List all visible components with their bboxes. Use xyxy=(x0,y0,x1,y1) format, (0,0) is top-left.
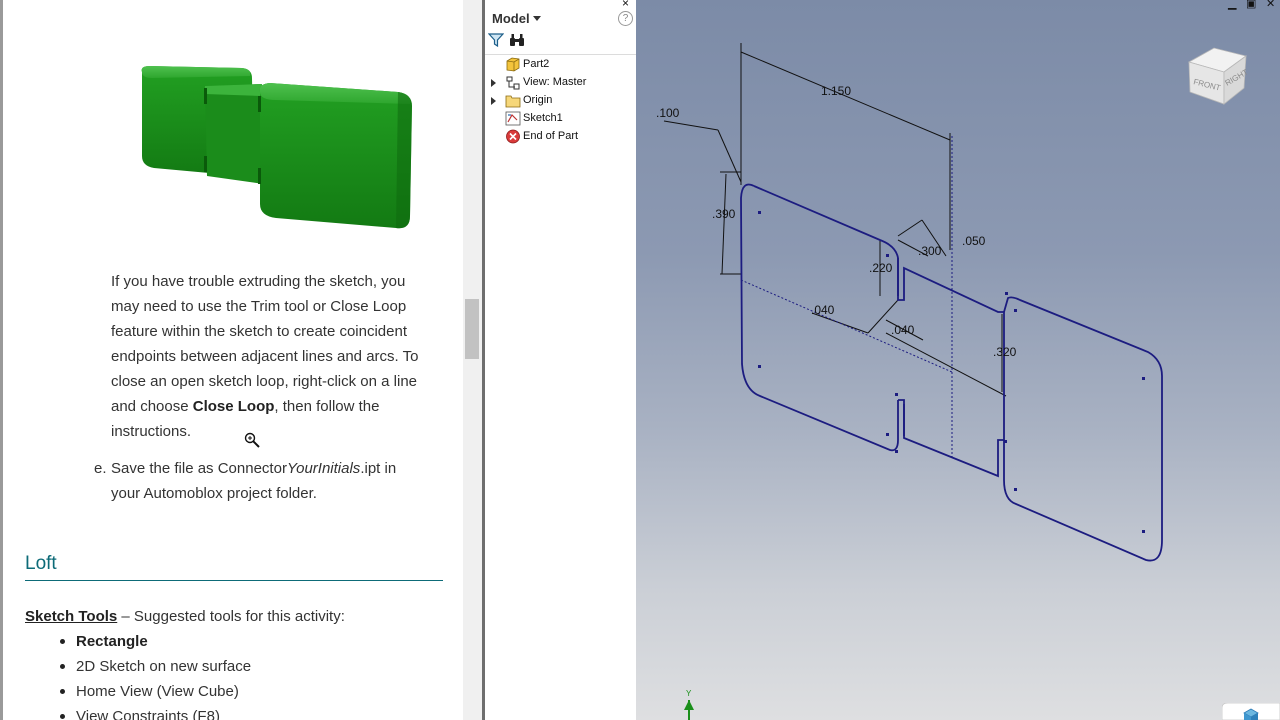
part-icon xyxy=(506,57,520,72)
y-axis-label: Y xyxy=(686,689,692,698)
tree-node-label: View: Master xyxy=(523,76,587,88)
dimension-slot-width-b[interactable]: .040 xyxy=(891,323,914,337)
trouble-line-7: instructions. xyxy=(111,423,192,440)
trouble-line-1: If you have trouble extruding the sketch… xyxy=(111,273,406,290)
dimension-overall-length[interactable]: 1.150 xyxy=(821,84,851,98)
sketch-canvas[interactable] xyxy=(636,0,1280,720)
tree-node-label: Origin xyxy=(523,94,553,106)
view-rep-icon xyxy=(506,76,520,90)
sketch-tools-intro: Sketch Tools – Suggested tools for this … xyxy=(25,604,345,629)
instructions-document: If you have trouble extruding the sketch… xyxy=(0,0,463,720)
binoculars-icon[interactable] xyxy=(509,33,525,47)
tree-node-end-of-part[interactable]: End of Part xyxy=(485,128,636,146)
step-e-line-2: your Automoblox project folder. xyxy=(111,485,317,502)
close-icon[interactable]: × xyxy=(622,0,629,10)
trouble-line-5: close an open sketch loop, right-click o… xyxy=(111,373,418,390)
sketch-icon xyxy=(505,111,521,126)
document-left-border xyxy=(0,0,3,720)
step-e-line-1: Save the file as ConnectorYourInitials.i… xyxy=(111,456,446,481)
sketch-tools-suffix: – Suggested tools for this activity: xyxy=(117,608,345,625)
trouble-line-2: may need to use the Trim tool or Close L… xyxy=(111,298,407,315)
end-of-part-icon xyxy=(506,129,520,144)
zoom-cursor-icon xyxy=(244,432,260,448)
suggested-tools-list: Rectangle 2D Sketch on new surface Home … xyxy=(59,629,251,720)
document-scrollbar[interactable] xyxy=(463,0,482,720)
step-e-post: .ipt in xyxy=(360,460,397,477)
step-e-marker: e. xyxy=(94,460,107,477)
tool-item: Home View (View Cube) xyxy=(59,679,251,704)
step-e-italic: YourInitials xyxy=(286,460,361,477)
minimize-icon[interactable]: ▁ xyxy=(1228,0,1236,10)
help-icon[interactable]: ? xyxy=(618,11,633,26)
model-browser-title[interactable]: Model xyxy=(492,11,530,26)
close-loop-term: Close Loop xyxy=(192,398,275,415)
tree-node-part2[interactable]: Part2 xyxy=(485,56,636,74)
tree-node-sketch1[interactable]: Sketch1 xyxy=(485,110,636,128)
model-browser: Model ? × Part2 View: Master Origin Sket… xyxy=(485,0,637,720)
trouble-line-4: endpoints between adjacent lines and arc… xyxy=(111,348,419,365)
document-scroll-thumb[interactable] xyxy=(465,299,479,359)
dimension-notch-gap[interactable]: .050 xyxy=(962,234,985,248)
browser-separator xyxy=(485,54,636,55)
trouble-line-3: feature within the sketch to create coin… xyxy=(111,323,408,340)
dimension-slot-width-a[interactable]: .040 xyxy=(811,303,834,317)
tool-item: 2D Sketch on new surface xyxy=(59,654,251,679)
close-icon[interactable]: ✕ xyxy=(1266,0,1275,10)
view-cube-icon[interactable]: FRONT RIGHT xyxy=(1184,42,1250,108)
tool-item: Rectangle xyxy=(59,629,251,654)
trouble-line-6-pre: and choose xyxy=(111,398,193,415)
graphics-viewport[interactable]: 1.150 .100 .390 .220 .300 .050 .040 .040… xyxy=(636,0,1280,720)
window-controls: ▁ ▣ ✕ xyxy=(1216,0,1280,10)
step-e-pre: Save the file as Connector xyxy=(111,460,287,477)
navigation-cube-icon[interactable] xyxy=(1222,703,1280,720)
dimension-notch-offset[interactable]: .300 xyxy=(918,244,941,258)
sketch-tools-label: Sketch Tools xyxy=(25,608,118,625)
chevron-right-icon[interactable] xyxy=(491,79,496,87)
tree-node-origin[interactable]: Origin xyxy=(485,92,636,110)
dimension-notch-height[interactable]: .220 xyxy=(869,261,892,275)
dimension-height[interactable]: .390 xyxy=(712,207,735,221)
restore-icon[interactable]: ▣ xyxy=(1246,0,1256,10)
tree-node-label: Sketch1 xyxy=(523,112,563,124)
tool-item: View Constraints (F8) xyxy=(59,704,251,720)
folder-icon xyxy=(505,95,521,108)
y-axis-icon: Y xyxy=(684,689,694,720)
trouble-line-6: and choose Close Loop, then follow the xyxy=(111,394,446,419)
heading-rule xyxy=(25,580,443,581)
dimension-right-height[interactable]: .320 xyxy=(993,345,1016,359)
dimension-corner-radius[interactable]: .100 xyxy=(656,106,679,120)
construction-lines xyxy=(740,136,953,458)
tree-node-view-master[interactable]: View: Master xyxy=(485,74,636,92)
tree-node-label: Part2 xyxy=(523,58,550,70)
chevron-right-icon[interactable] xyxy=(491,97,496,105)
loft-heading: Loft xyxy=(25,553,57,574)
trouble-line-6-post: , then follow the xyxy=(274,398,380,415)
browser-header: Model ? × xyxy=(485,0,636,56)
chevron-down-icon[interactable] xyxy=(533,16,541,21)
tree-node-label: End of Part xyxy=(523,130,579,142)
connector-model-image xyxy=(141,66,412,229)
filter-icon[interactable] xyxy=(488,33,504,47)
